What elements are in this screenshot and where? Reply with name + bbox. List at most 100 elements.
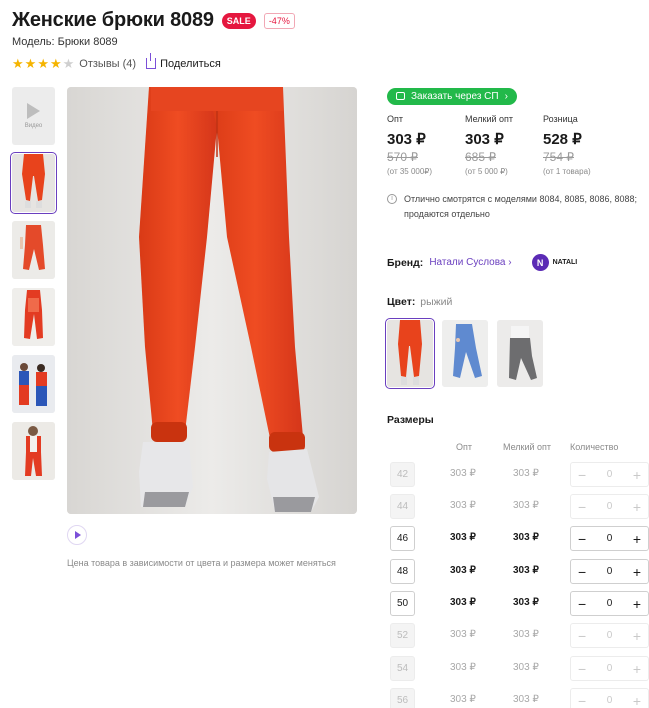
share-button[interactable]: Поделиться — [146, 53, 221, 70]
minus-button[interactable]: − — [578, 531, 586, 547]
size-price-opt: 303 ₽ — [450, 629, 476, 640]
quantity-stepper: − 0 + — [570, 623, 649, 648]
col-qty: Количество — [570, 442, 619, 452]
color-label: Цвет: — [387, 296, 416, 308]
price-label: Розница — [543, 114, 578, 124]
plus-button: + — [632, 466, 641, 483]
size-row-46: 46 303 ₽ 303 ₽ − 0 + — [387, 526, 649, 551]
price-table: Опт 303 ₽ 570 ₽ (от 35 000₽) Мелкий опт … — [387, 114, 649, 176]
quantity-value: 0 — [606, 695, 613, 706]
price-value: 303 ₽ — [465, 131, 504, 148]
rating-row: ★ ★ ★ ★ ★ Отзывы (4) Поделиться — [12, 53, 221, 70]
quantity-value: 0 — [606, 501, 613, 512]
thumbnail-video[interactable]: Видео — [12, 87, 55, 145]
size-price-opt: 303 ₽ — [450, 500, 476, 511]
price-condition: (от 35 000₽) — [387, 167, 433, 176]
color-swatch-grey[interactable] — [497, 320, 543, 387]
size-price-small: 303 ₽ — [513, 597, 539, 608]
price-condition: (от 5 000 ₽) — [465, 167, 508, 176]
color-row: Цвет: рыжий — [387, 296, 452, 308]
size-row-50: 50 303 ₽ 303 ₽ − 0 + — [387, 591, 649, 616]
quantity-value[interactable]: 0 — [607, 533, 613, 544]
size-price-small: 303 ₽ — [513, 500, 539, 511]
brand-name: Натали Суслова — [429, 257, 506, 268]
color-swatch-orange[interactable] — [385, 318, 435, 389]
price-value: 303 ₽ — [387, 131, 426, 148]
thumbnail-image[interactable] — [12, 422, 55, 480]
order-sp-button[interactable]: Заказать через СП › — [387, 87, 517, 105]
size-price-opt: 303 ₽ — [450, 694, 476, 705]
star-empty-icon: ★ — [62, 56, 75, 71]
price-old: 754 ₽ — [543, 150, 574, 164]
sale-badge: SALE — [221, 12, 256, 29]
page-title: Женские брюки 8089 — [12, 9, 214, 31]
size-price-small: 303 ₽ — [513, 468, 539, 479]
plus-button: + — [632, 627, 641, 644]
minus-button[interactable]: − — [578, 596, 586, 612]
pants-photo — [67, 87, 357, 514]
star-icon: ★ — [37, 56, 49, 71]
quantity-stepper: − 0 + — [570, 656, 649, 681]
quantity-stepper: − 0 + — [570, 494, 649, 519]
thumbnail-image[interactable] — [12, 288, 55, 346]
star-icon: ★ — [49, 56, 62, 71]
plus-button: + — [632, 692, 641, 708]
plus-button[interactable]: + — [633, 564, 641, 580]
thumbnail-list: Видео — [10, 87, 57, 489]
quantity-stepper: − 0 + — [570, 688, 649, 708]
color-swatch-blue[interactable] — [442, 320, 488, 387]
price-label: Мелкий опт — [465, 114, 514, 124]
size-price-opt: 303 ₽ — [450, 565, 476, 576]
thumbnail-image[interactable] — [12, 355, 55, 413]
quantity-value[interactable]: 0 — [607, 598, 613, 609]
price-old: 570 ₽ — [387, 150, 418, 164]
thumbnail-image[interactable] — [12, 221, 55, 279]
thumb-model-image — [12, 288, 55, 346]
play-video-button[interactable] — [67, 525, 87, 545]
swatch-blue-image — [442, 320, 488, 387]
info-text: Отлично смотрятся с моделями 8084, 8085,… — [404, 194, 638, 219]
size-label: 54 — [390, 656, 415, 681]
brand-row: Бренд: Натали Суслова › N NATALI — [387, 254, 577, 271]
size-row-54: 54 303 ₽ 303 ₽ − 0 + — [387, 656, 649, 681]
col-small-opt: Мелкий опт — [503, 442, 552, 452]
share-label: Поделиться — [160, 57, 221, 70]
price-old: 685 ₽ — [465, 150, 496, 164]
size-label: 56 — [390, 688, 415, 708]
thumbnail-image[interactable] — [10, 152, 57, 214]
plus-button[interactable]: + — [633, 596, 641, 612]
color-swatches — [385, 318, 543, 389]
size-price-opt: 303 ₽ — [450, 532, 476, 543]
thumb-pants-side-image — [12, 221, 55, 279]
price-wholesale: Опт 303 ₽ 570 ₽ (от 35 000₽) — [387, 114, 465, 176]
plus-button[interactable]: + — [633, 531, 641, 547]
quantity-stepper: − 0 + — [570, 462, 649, 487]
swatch-grey-image — [497, 320, 543, 387]
size-price-opt: 303 ₽ — [450, 597, 476, 608]
plus-button: + — [632, 660, 641, 677]
cart-icon — [396, 92, 405, 100]
price-small-wholesale: Мелкий опт 303 ₽ 685 ₽ (от 5 000 ₽) — [465, 114, 543, 176]
quantity-value: 0 — [606, 469, 613, 480]
minus-button: − — [578, 498, 587, 515]
brand-link[interactable]: Натали Суслова › — [429, 257, 511, 268]
size-label: 52 — [390, 623, 415, 648]
quantity-value: 0 — [606, 630, 613, 641]
size-price-small: 303 ₽ — [513, 662, 539, 673]
video-label: Видео — [24, 123, 43, 129]
minus-button: − — [578, 660, 587, 677]
play-icon — [27, 103, 40, 119]
order-panel: Заказать через СП › Опт 303 ₽ 570 ₽ (от … — [387, 87, 649, 222]
quantity-value[interactable]: 0 — [607, 566, 613, 577]
reviews-link[interactable]: Отзывы (4) — [79, 58, 136, 70]
size-row-52: 52 303 ₽ 303 ₽ − 0 + — [387, 623, 649, 648]
plus-button: + — [632, 498, 641, 515]
quantity-stepper: − 0 + — [570, 559, 649, 584]
price-condition: (от 1 товара) — [543, 167, 591, 176]
minus-button: − — [578, 627, 587, 644]
chevron-right-icon: › — [508, 257, 512, 268]
main-product-image[interactable] — [67, 87, 357, 514]
rating-stars: ★ ★ ★ ★ ★ — [12, 57, 74, 70]
brand-logo[interactable]: N NATALI — [531, 254, 577, 271]
minus-button[interactable]: − — [578, 564, 586, 580]
